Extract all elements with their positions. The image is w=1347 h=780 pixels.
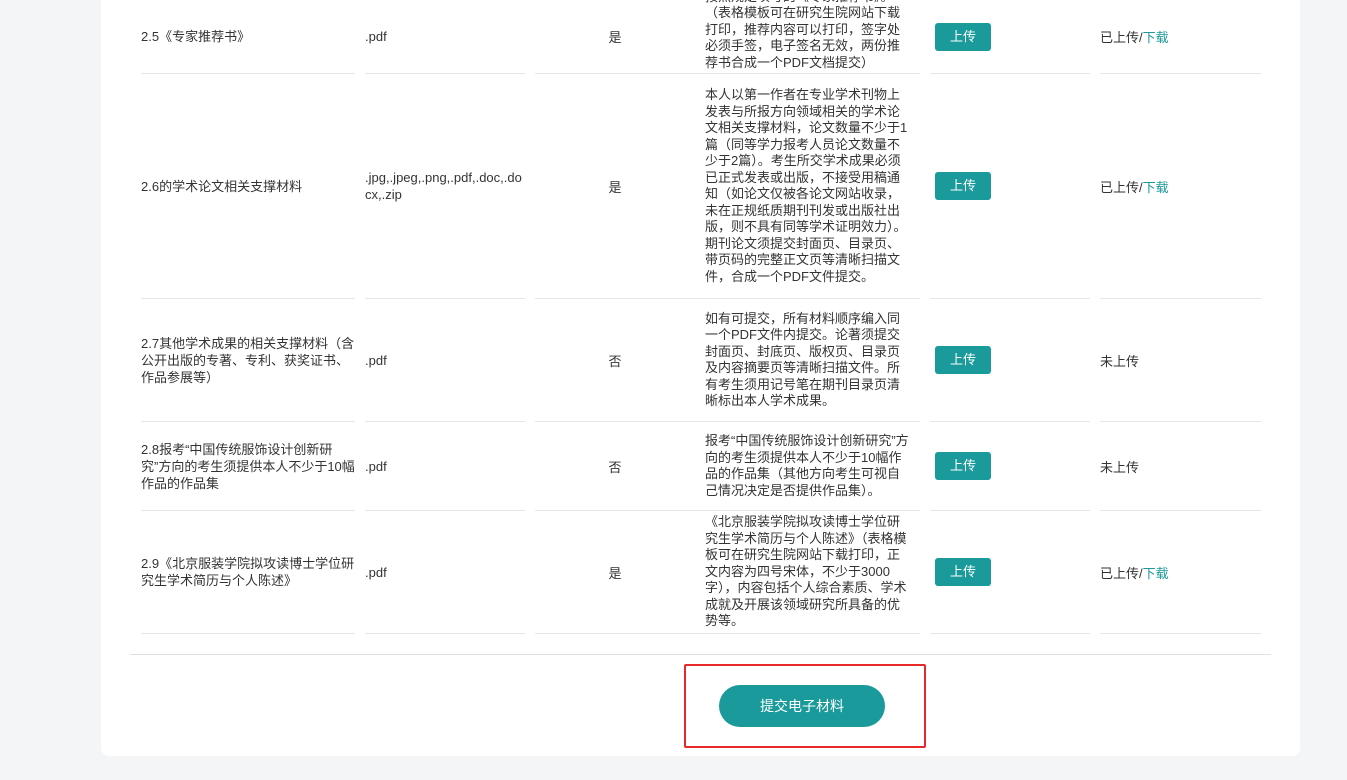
material-name: 2.7其他学术成果的相关支撑材料（含公开出版的专著、专利、获奖证书、作品参展等）: [141, 299, 355, 422]
material-description: 本人以第一作者在专业学术刊物上发表与所报方向领域相关的学术论文相关支撑材料，论文…: [695, 74, 920, 299]
file-format: .pdf: [365, 422, 525, 511]
download-link[interactable]: 下载: [1143, 177, 1169, 196]
download-link[interactable]: 下载: [1143, 563, 1169, 582]
status-text: 未上传: [1100, 459, 1140, 475]
material-name: 2.8报考“中国传统服饰设计创新研究”方向的考生须提供本人不少于10幅作品的作品…: [141, 422, 355, 511]
required-flag: 否: [535, 299, 695, 422]
download-link[interactable]: 下载: [1143, 27, 1169, 46]
file-format: .pdf: [365, 0, 525, 74]
status-text: 已上传/: [1100, 179, 1143, 195]
upload-button[interactable]: 上传: [935, 22, 991, 51]
file-format: .pdf: [365, 299, 525, 422]
status-text: 已上传/: [1100, 565, 1143, 581]
upload-cell: 上传: [930, 299, 1090, 422]
file-format: .jpg,.jpeg,.png,.pdf,.doc,.docx,.zip: [365, 74, 525, 299]
upload-button[interactable]: 上传: [935, 346, 991, 374]
upload-button[interactable]: 上传: [935, 452, 991, 480]
required-flag: 是: [535, 0, 695, 74]
material-name: 2.5《专家推荐书》: [141, 0, 355, 74]
table-row: 2.5《专家推荐书》 .pdf 是 按照规定填写的《专家推荐书》。（表格模板可在…: [101, 0, 1300, 74]
upload-button[interactable]: 上传: [935, 172, 991, 200]
highlight-box: 提交电子材料: [684, 664, 926, 748]
upload-cell: 上传: [930, 422, 1090, 511]
material-name: 2.9《北京服装学院拟攻读博士学位研究生学术简历与个人陈述》: [141, 511, 355, 634]
material-description: 《北京服装学院拟攻读博士学位研究生学术简历与个人陈述》（表格模板可在研究生院网站…: [695, 511, 920, 634]
divider: [130, 654, 1271, 655]
upload-status: 已上传/下载: [1100, 0, 1261, 74]
status-text: 已上传/: [1100, 30, 1143, 45]
submit-materials-button[interactable]: 提交电子材料: [719, 685, 885, 727]
material-description: 报考“中国传统服饰设计创新研究”方向的考生须提供本人不少于10幅作品的作品集（其…: [695, 422, 920, 511]
required-flag: 否: [535, 422, 695, 511]
file-format: .pdf: [365, 511, 525, 634]
required-flag: 是: [535, 74, 695, 299]
upload-cell: 上传: [930, 511, 1090, 634]
upload-status: 已上传/下载: [1100, 511, 1261, 634]
upload-status: 已上传/下载: [1100, 74, 1261, 299]
required-flag: 是: [535, 511, 695, 634]
upload-cell: 上传: [930, 0, 1090, 74]
material-description: 如有可提交，所有材料顺序编入同一个PDF文件内提交。论著须提交封面页、封底页、版…: [695, 299, 920, 422]
upload-button[interactable]: 上传: [935, 558, 991, 586]
table-row: 2.9《北京服装学院拟攻读博士学位研究生学术简历与个人陈述》 .pdf 是 《北…: [101, 511, 1300, 634]
material-description: 按照规定填写的《专家推荐书》。（表格模板可在研究生院网站下载打印，推荐内容可以打…: [695, 0, 920, 74]
status-text: 未上传: [1100, 353, 1140, 369]
upload-cell: 上传: [930, 74, 1090, 299]
table-row: 2.6的学术论文相关支撑材料 .jpg,.jpeg,.png,.pdf,.doc…: [101, 74, 1300, 299]
table-row: 2.8报考“中国传统服饰设计创新研究”方向的考生须提供本人不少于10幅作品的作品…: [101, 422, 1300, 511]
table-row: 2.7其他学术成果的相关支撑材料（含公开出版的专著、专利、获奖证书、作品参展等）…: [101, 299, 1300, 422]
materials-card: 2.5《专家推荐书》 .pdf 是 按照规定填写的《专家推荐书》。（表格模板可在…: [101, 0, 1300, 756]
material-name: 2.6的学术论文相关支撑材料: [141, 74, 355, 299]
upload-status: 未上传: [1100, 299, 1261, 422]
upload-status: 未上传: [1100, 422, 1261, 511]
